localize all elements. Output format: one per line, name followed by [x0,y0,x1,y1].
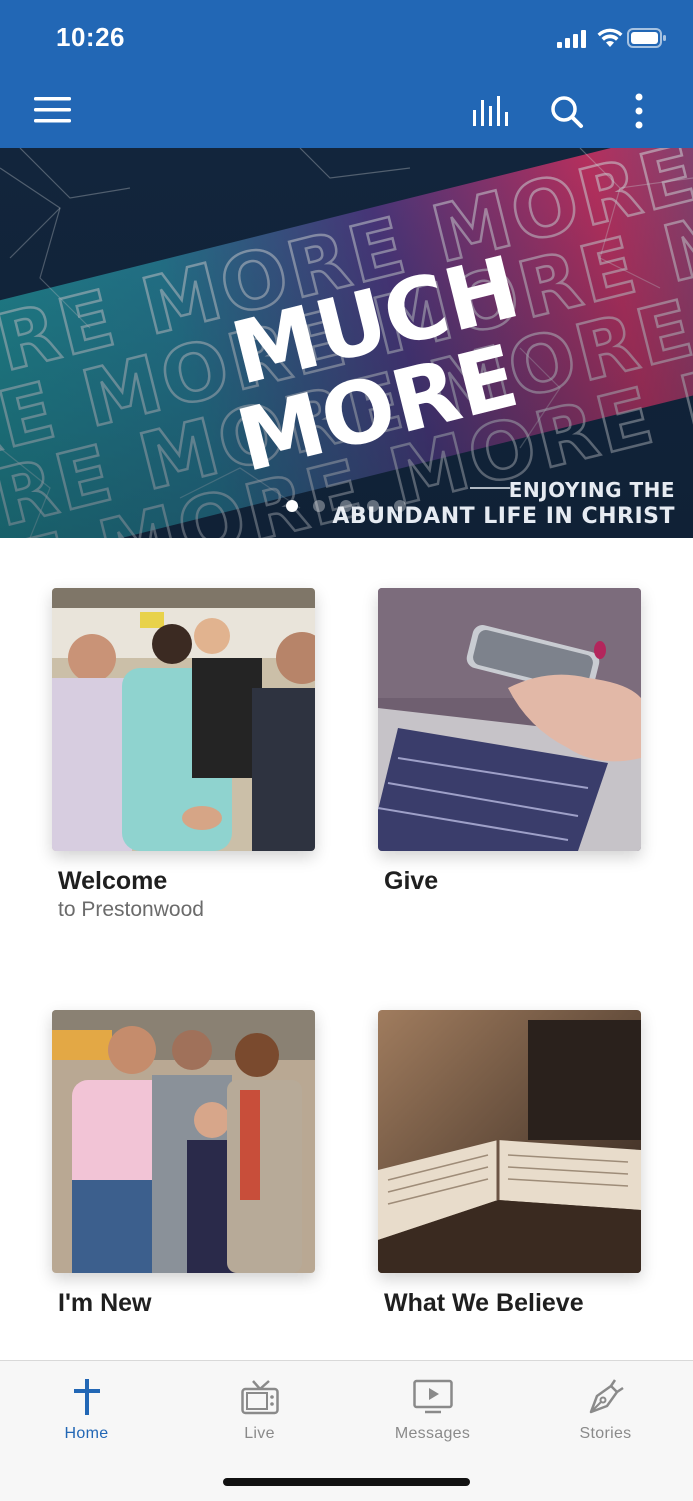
card-subtitle: to Prestonwood [58,898,204,921]
cross-icon [73,1379,100,1415]
audio-button[interactable] [472,96,512,133]
give-photo [378,588,641,851]
tab-label: Messages [394,1425,471,1442]
app-header: 10:26 [0,0,693,148]
tab-live[interactable]: Live [173,1373,346,1443]
tab-home[interactable]: Home [0,1373,173,1443]
card-title: Give [384,867,439,895]
pen-icon [589,1379,624,1414]
menu-button[interactable] [34,96,72,129]
battery-icon [627,28,666,48]
home-indicator[interactable] [223,1478,470,1486]
vertical-dots-icon [635,93,643,129]
card-what-we-believe[interactable]: What We Believe [378,1010,641,1318]
tab-label: Home [64,1425,109,1442]
bible-photo [378,1010,641,1273]
hero-banner[interactable]: MORE MORE MORE MORE MORE MORE MORE MORE … [0,148,693,538]
card-give[interactable]: Give [378,588,641,896]
hero-caption-line1: ENJOYING THE [508,478,675,502]
card-title: What We Believe [384,1289,584,1317]
more-options-button[interactable] [633,93,645,134]
wifi-icon [597,28,623,47]
card-welcome[interactable]: Welcome to Prestonwood [52,588,315,922]
card-title: I'm New [58,1289,152,1317]
card-title: Welcome [58,867,168,895]
hero-caption: ENJOYING THE ABUNDANT LIFE IN CHRIST [332,478,675,529]
tab-messages[interactable]: Messages [346,1373,519,1443]
im-new-photo [52,1010,315,1273]
carousel-dot[interactable] [340,500,352,512]
carousel-dot[interactable] [286,500,298,512]
play-screen-icon [412,1379,453,1414]
carousel-dot[interactable] [394,500,406,512]
carousel-dot[interactable] [313,500,325,512]
search-button[interactable] [549,94,585,135]
tv-icon [240,1380,279,1415]
status-time: 10:26 [56,22,125,52]
carousel-dot[interactable] [367,500,379,512]
tab-label: Stories [579,1425,632,1442]
tab-label: Live [244,1425,275,1442]
hero-caption-line2: ABUNDANT LIFE IN CHRIST [332,504,675,529]
welcome-photo [52,588,315,851]
signal-icon [557,30,586,48]
search-icon [551,96,583,128]
tab-stories[interactable]: Stories [519,1373,692,1443]
card-im-new[interactable]: I'm New [52,1010,315,1318]
equalizer-icon [473,96,508,126]
hamburger-icon [34,97,71,123]
